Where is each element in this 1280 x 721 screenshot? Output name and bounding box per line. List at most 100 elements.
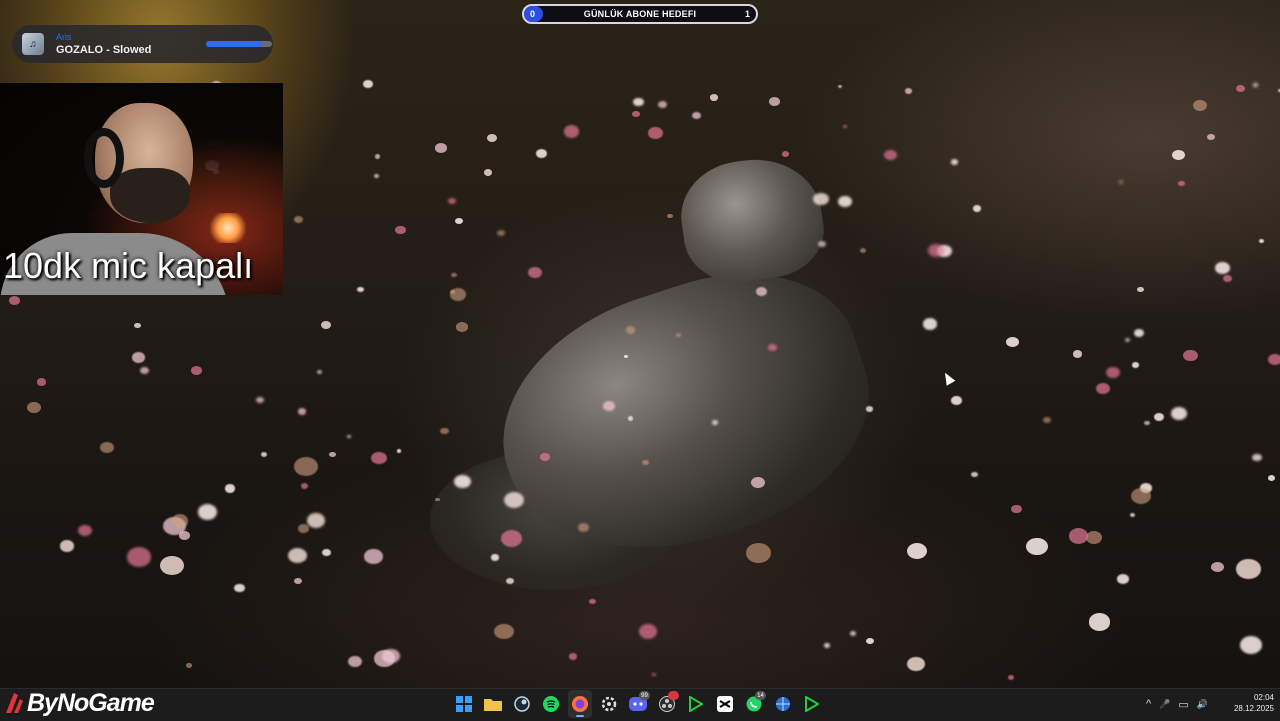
network-icon[interactable]: ▭ <box>1178 698 1188 711</box>
flower-petal <box>373 650 395 667</box>
system-tray: ^ 🎤 ▭ 🔊 <box>1146 690 1208 718</box>
flower-petal <box>1007 674 1015 680</box>
flower-petal <box>641 459 649 466</box>
now-playing-progress <box>206 41 272 47</box>
streamer-beard <box>110 168 190 223</box>
flower-petal <box>8 295 20 305</box>
flower-petal <box>503 491 524 508</box>
flower-petal <box>1026 538 1048 556</box>
flower-petal <box>197 504 218 520</box>
obs-icon[interactable] <box>655 690 679 718</box>
now-playing-title: GOZALO - Slowed <box>56 43 152 56</box>
flower-petal <box>260 452 268 458</box>
flower-petal <box>100 441 115 454</box>
flower-petal <box>395 225 406 234</box>
microphone-icon[interactable]: 🎤 <box>1159 699 1170 710</box>
flower-petal <box>1006 337 1019 348</box>
brand-logo: ByNoGame <box>2 686 155 720</box>
flower-petal <box>1252 453 1262 462</box>
flower-petal <box>1124 337 1130 342</box>
flower-petal <box>1259 238 1264 243</box>
flower-petal <box>1131 487 1152 504</box>
flower-petal <box>632 111 640 118</box>
flower-petal <box>691 111 702 120</box>
whatsapp-icon[interactable]: 14 <box>742 690 766 718</box>
firefox-icon[interactable] <box>568 690 592 718</box>
flower-petal <box>907 656 925 671</box>
goal-label: GÜNLÜK ABONE HEDEFI <box>583 9 697 19</box>
flower-petal <box>300 483 309 490</box>
flower-petal <box>768 343 777 351</box>
flower-petal <box>1172 150 1185 161</box>
steam-icon[interactable] <box>510 690 534 718</box>
flower-petal <box>823 643 830 649</box>
settings-gear-icon[interactable] <box>597 690 621 718</box>
discord-icon[interactable]: 99 <box>626 690 650 718</box>
flower-petal <box>1043 416 1051 423</box>
flower-petal <box>456 322 469 332</box>
flower-petal <box>1144 421 1150 426</box>
flower-petal <box>328 451 336 458</box>
flower-petal <box>813 193 829 206</box>
flower-petal <box>171 514 189 528</box>
now-playing-artist: Aris <box>56 31 72 42</box>
flower-petal <box>625 325 636 334</box>
flower-petal <box>971 471 979 478</box>
flower-petal <box>294 456 318 476</box>
goal-end-value: 1 <box>744 9 750 19</box>
app-green-arrow-icon[interactable] <box>684 690 708 718</box>
flower-petal <box>1239 636 1263 655</box>
flower-petal <box>1215 262 1230 274</box>
flower-petal <box>364 548 383 564</box>
flower-petal <box>224 484 236 493</box>
flower-petal <box>139 366 149 374</box>
app-globe-icon[interactable] <box>771 690 795 718</box>
flower-petal <box>658 101 668 109</box>
album-art-icon: ♫ <box>22 33 44 55</box>
lamp-light <box>210 213 246 243</box>
flower-petal <box>450 288 467 301</box>
subscriber-goal-bar: 0 GÜNLÜK ABONE HEDEFI 1 <box>522 4 758 24</box>
flower-petal <box>906 543 928 560</box>
flower-petal <box>454 474 471 489</box>
taskbar-clock[interactable]: 02:04 28.12.2025 <box>1222 692 1274 714</box>
flower-petal <box>455 218 463 225</box>
obs-recording-badge <box>668 691 679 700</box>
flower-petal <box>536 148 548 158</box>
flower-petal <box>1073 350 1083 358</box>
flower-petal <box>1011 504 1022 513</box>
app-green-arrow-2-icon[interactable] <box>800 690 824 718</box>
flower-petal <box>307 513 326 528</box>
flower-petal <box>638 623 658 639</box>
knight-helmet <box>674 150 830 290</box>
flower-petal <box>1236 84 1246 92</box>
flower-petal <box>1137 286 1144 293</box>
brand-name: ByNoGame <box>27 688 155 717</box>
flower-petal <box>348 656 362 668</box>
flower-petal <box>448 197 457 204</box>
now-playing-widget: ♫ Aris GOZALO - Slowed <box>12 25 273 63</box>
windows-start-icon[interactable] <box>452 690 476 718</box>
spotify-icon[interactable] <box>539 690 563 718</box>
flower-petal <box>1105 366 1120 378</box>
now-playing-text: Aris GOZALO - Slowed <box>56 32 151 57</box>
flower-petal <box>712 420 718 425</box>
tray-overflow-chevron-icon[interactable]: ^ <box>1146 698 1151 710</box>
flower-petal <box>132 352 146 363</box>
flower-petal <box>1267 353 1280 366</box>
flower-petal <box>190 365 203 376</box>
flower-petal <box>883 149 897 161</box>
flower-petal <box>951 159 959 165</box>
flower-petal <box>648 127 663 139</box>
volume-icon[interactable]: 🔊 <box>1197 699 1208 710</box>
webcam-caption: 10dk mic kapalı <box>3 245 254 286</box>
flower-petal <box>317 369 323 374</box>
file-explorer-icon[interactable] <box>481 690 505 718</box>
flower-petal <box>951 396 962 405</box>
flower-petal <box>178 531 191 541</box>
flower-petal <box>59 540 75 552</box>
flower-petal <box>134 322 141 329</box>
whatsapp-badge: 14 <box>755 691 766 700</box>
capcut-icon[interactable] <box>713 690 737 718</box>
flower-petal <box>1222 274 1232 283</box>
